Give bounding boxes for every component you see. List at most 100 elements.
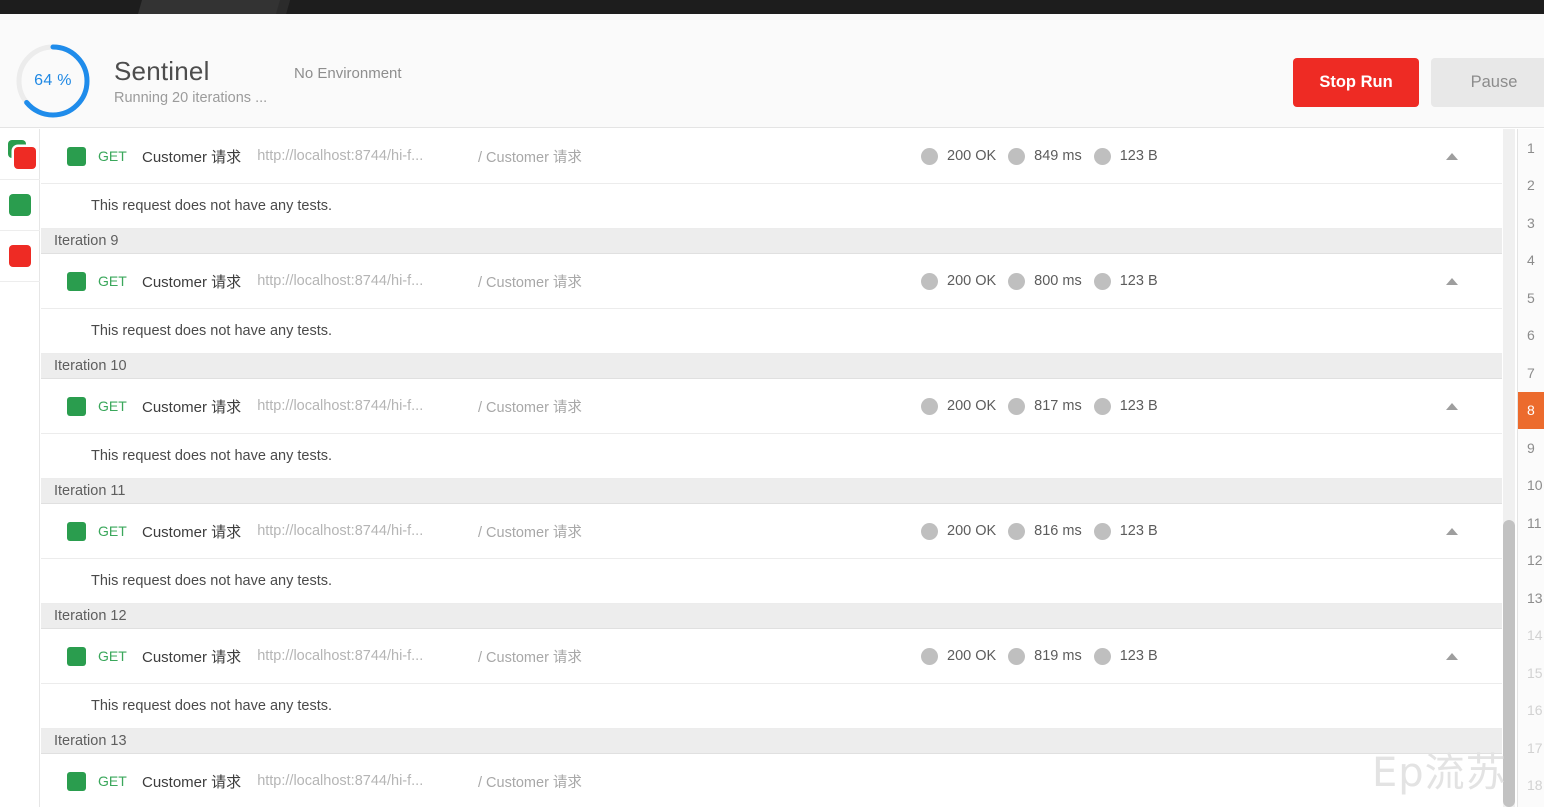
- meta-status-code: 200 OK: [921, 147, 997, 165]
- response-time-value: 849 ms: [1034, 148, 1082, 164]
- meta-dot-icon: [1008, 272, 1026, 290]
- request-url: http://localhost:8744/hi-f...: [257, 773, 424, 789]
- request-row[interactable]: GET Customer 请求 http://localhost:8744/hi-f…: [41, 129, 1502, 184]
- pause-button[interactable]: Pause: [1431, 58, 1544, 107]
- request-tests-empty: This request does not have any tests.: [41, 184, 1502, 229]
- request-name: Customer 请求: [142, 148, 242, 166]
- red-square-icon: [14, 147, 36, 169]
- request-row[interactable]: GET Customer 请求 http://localhost:8744/hi-f…: [41, 754, 1502, 807]
- iteration-index-item-9[interactable]: 9: [1518, 429, 1544, 467]
- request-name: Customer 请求: [142, 648, 242, 666]
- iteration-header: Iteration 13: [41, 729, 1502, 754]
- request-row[interactable]: GET Customer 请求 http://localhost:8744/hi-f…: [41, 504, 1502, 559]
- request-tests-empty: This request does not have any tests.: [41, 309, 1502, 354]
- response-time-value: 817 ms: [1034, 398, 1082, 414]
- iteration-index-item-15[interactable]: 15: [1518, 654, 1544, 692]
- meta-dot-icon: [921, 522, 938, 540]
- meta-dot-icon: [1008, 147, 1026, 165]
- iteration-index-item-7[interactable]: 7: [1518, 354, 1544, 392]
- response-size-value: 123 B: [1119, 148, 1158, 164]
- meta-status-code: 200 OK: [921, 647, 997, 665]
- request-row[interactable]: GET Customer 请求 http://localhost:8744/hi-f…: [41, 629, 1502, 684]
- iteration-index-panel[interactable]: 1 2 3 4 5 6 7 8 9 10 11 12 13 14 15 16 17 18: [1517, 129, 1544, 807]
- iteration-index-item-8[interactable]: 8: [1518, 391, 1544, 429]
- request-url: http://localhost:8744/hi-f...: [257, 523, 424, 539]
- iteration-header: Iteration 10: [41, 354, 1502, 379]
- filter-failed-button[interactable]: [0, 231, 40, 282]
- request-meta-group: 200 OK 816 ms 123 B: [921, 522, 1170, 540]
- iteration-index-item-14[interactable]: 14: [1518, 617, 1544, 655]
- iteration-index-item-17[interactable]: 17: [1518, 729, 1544, 767]
- request-meta-group: 200 OK 849 ms 123 B: [921, 147, 1170, 165]
- request-meta-group: 200 OK 817 ms 123 B: [921, 397, 1170, 415]
- request-name: Customer 请求: [142, 398, 242, 416]
- request-meta-group: 200 OK 819 ms 123 B: [921, 647, 1170, 665]
- meta-response-size: 123 B: [1093, 272, 1158, 290]
- meta-response-size: 123 B: [1093, 397, 1158, 415]
- iteration-index-item-13[interactable]: 13: [1518, 579, 1544, 617]
- green-square-icon: [9, 194, 31, 216]
- iteration-header: Iteration 12: [41, 604, 1502, 629]
- iteration-index-item-2[interactable]: 2: [1518, 167, 1544, 205]
- request-row[interactable]: GET Customer 请求 http://localhost:8744/hi-f…: [41, 254, 1502, 309]
- request-status-square-icon: [67, 396, 86, 416]
- request-folder-path: / Customer 请求: [478, 399, 582, 416]
- window-titlebar: [0, 0, 1544, 14]
- chevron-up-icon[interactable]: [1446, 152, 1458, 160]
- meta-dot-icon: [921, 397, 938, 415]
- filter-all-button[interactable]: [0, 129, 40, 180]
- meta-dot-icon: [921, 147, 938, 165]
- meta-dot-icon: [1008, 522, 1026, 540]
- chevron-up-icon[interactable]: [1446, 652, 1458, 660]
- request-method: GET: [98, 773, 127, 789]
- chevron-up-icon[interactable]: [1446, 402, 1458, 410]
- window-tab[interactable]: [137, 0, 291, 14]
- response-time-value: 800 ms: [1034, 273, 1082, 289]
- iteration-index-item-4[interactable]: 4: [1518, 242, 1544, 280]
- iteration-index-item-11[interactable]: 11: [1518, 504, 1544, 542]
- meta-dot-icon: [1093, 397, 1111, 415]
- iteration-index-item-5[interactable]: 5: [1518, 279, 1544, 317]
- list-scrollbar-thumb[interactable]: [1503, 520, 1515, 807]
- response-time-value: 816 ms: [1034, 523, 1082, 539]
- meta-response-size: 123 B: [1093, 522, 1158, 540]
- iteration-index-item-10[interactable]: 10: [1518, 467, 1544, 505]
- meta-status-code: 200 OK: [921, 397, 997, 415]
- meta-dot-icon: [921, 647, 938, 665]
- response-size-value: 123 B: [1119, 523, 1158, 539]
- iteration-index-item-1[interactable]: 1: [1518, 129, 1544, 167]
- run-subtitle: Running 20 iterations ...: [114, 90, 268, 106]
- iteration-index-item-12[interactable]: 12: [1518, 542, 1544, 580]
- meta-status-code: 200 OK: [921, 272, 997, 290]
- request-name: Customer 请求: [142, 523, 242, 541]
- meta-dot-icon: [1093, 647, 1111, 665]
- meta-dot-icon: [1093, 147, 1111, 165]
- request-folder-path: / Customer 请求: [478, 649, 582, 666]
- request-url: http://localhost:8744/hi-f...: [257, 148, 424, 164]
- meta-dot-icon: [921, 272, 938, 290]
- request-status-square-icon: [67, 771, 86, 791]
- stop-run-button[interactable]: Stop Run: [1293, 58, 1419, 107]
- iteration-index-item-3[interactable]: 3: [1518, 204, 1544, 242]
- request-name: Customer 请求: [142, 773, 242, 791]
- chevron-up-icon[interactable]: [1446, 277, 1458, 285]
- chevron-up-icon[interactable]: [1446, 527, 1458, 535]
- run-results-list[interactable]: GET Customer 请求 http://localhost:8744/hi-f…: [41, 129, 1502, 807]
- request-row[interactable]: GET Customer 请求 http://localhost:8744/hi-f…: [41, 379, 1502, 434]
- status-code-value: 200 OK: [947, 398, 997, 414]
- status-code-value: 200 OK: [947, 648, 997, 664]
- request-meta-group: 200 OK 800 ms 123 B: [921, 272, 1170, 290]
- iteration-index-item-18[interactable]: 18: [1518, 767, 1544, 805]
- request-method: GET: [98, 523, 127, 539]
- meta-dot-icon: [1008, 397, 1026, 415]
- iteration-index-item-6[interactable]: 6: [1518, 317, 1544, 355]
- meta-response-time: 819 ms: [1008, 647, 1082, 665]
- status-code-value: 200 OK: [947, 148, 997, 164]
- status-code-value: 200 OK: [947, 273, 997, 289]
- filter-passed-button[interactable]: [0, 180, 40, 231]
- request-tests-empty: This request does not have any tests.: [41, 684, 1502, 729]
- progress-percent-label: 64 %: [34, 72, 72, 89]
- environment-label: No Environment: [294, 65, 402, 82]
- request-url: http://localhost:8744/hi-f...: [257, 273, 424, 289]
- iteration-index-item-16[interactable]: 16: [1518, 692, 1544, 730]
